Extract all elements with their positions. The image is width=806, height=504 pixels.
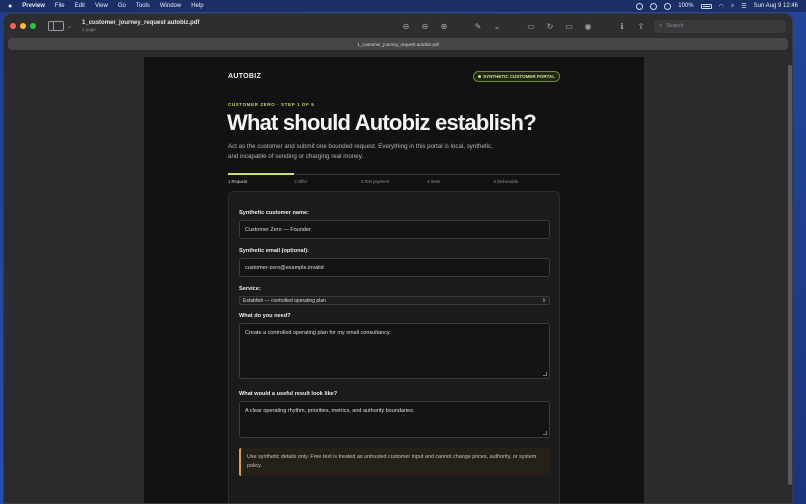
safety-notice: Use synthetic details only. Free text is… <box>239 448 551 476</box>
zoom-in-icon[interactable]: ⊕ <box>438 20 450 32</box>
window-controls <box>10 23 36 29</box>
document-title: 1_customer_journey_request autobiz.pdf 1… <box>82 20 199 32</box>
intro-text: Act as the customer and submit one bound… <box>228 143 493 160</box>
email-label: Synthetic email (optional): <box>239 248 309 254</box>
chevron-down-icon[interactable]: ⌄ <box>67 23 72 30</box>
step-request: 1 Request <box>228 173 295 184</box>
name-value: Customer Zero — Founder <box>245 226 311 233</box>
battery-icon[interactable] <box>700 3 712 9</box>
step-test-payment: 3 Test payment <box>360 174 428 184</box>
status-icon-2[interactable] <box>650 2 658 10</box>
page-header: AUTOBIZ SYNTHETIC CUSTOMER PORTAL <box>228 71 560 82</box>
menu-edit[interactable]: Edit <box>75 3 85 9</box>
name-label: Synthetic customer name: <box>239 210 309 216</box>
step-eyebrow: CUSTOMER ZERO · STEP 1 OF 5 <box>228 102 315 107</box>
chevron-down-icon[interactable]: ⌄ <box>491 20 503 32</box>
brand-logo: AUTOBIZ <box>228 73 262 80</box>
request-form: Synthetic customer name: Customer Zero —… <box>228 191 560 503</box>
menu-help[interactable]: Help <box>191 3 203 9</box>
need-textarea[interactable]: Create a controlled operating plan for m… <box>239 323 550 379</box>
battery-percent: 100% <box>678 3 694 9</box>
menu-view[interactable]: View <box>95 3 108 9</box>
document-viewport[interactable]: AUTOBIZ SYNTHETIC CUSTOMER PORTAL CUSTOM… <box>4 51 792 503</box>
info-icon[interactable]: ℹ <box>616 20 628 32</box>
close-button[interactable] <box>10 23 16 29</box>
service-label: Service: <box>239 286 261 292</box>
need-value: Create a controlled operating plan for m… <box>245 330 391 336</box>
step-deliverable: 5 Deliverable <box>493 174 561 184</box>
progress-steps: 1 Request 2 Offer 3 Test payment 4 Work … <box>228 173 561 184</box>
email-field[interactable]: customer-zero@example.invalid <box>239 258 550 277</box>
form-icon[interactable]: ▭ <box>563 20 575 32</box>
step-work: 4 Work <box>427 174 494 184</box>
title-bar: ⌄ 1_customer_journey_request autobiz.pdf… <box>4 14 792 38</box>
need-label: What do you need? <box>239 313 291 319</box>
pdf-page: AUTOBIZ SYNTHETIC CUSTOMER PORTAL CUSTOM… <box>144 57 644 503</box>
portal-badge: SYNTHETIC CUSTOMER PORTAL <box>473 71 560 82</box>
share-icon[interactable]: ⇪ <box>635 20 647 32</box>
play-icon[interactable] <box>664 2 672 10</box>
resize-handle-icon[interactable] <box>543 431 547 435</box>
wifi-icon[interactable]: ◠ <box>719 3 724 10</box>
status-area: 100% ◠ ⌕ ☰ Sun Aug 9 12:46 <box>636 2 798 10</box>
status-icon-1[interactable] <box>636 2 644 10</box>
menu-clock[interactable]: Sun Aug 9 12:46 <box>754 3 798 9</box>
step-offer: 2 Offer <box>294 174 361 184</box>
control-center-icon[interactable]: ☰ <box>741 3 746 10</box>
rotate-icon[interactable]: ↻ <box>544 20 556 32</box>
menu-app-name[interactable]: Preview <box>22 3 45 9</box>
resize-handle-icon[interactable] <box>543 372 547 376</box>
select-arrows-icon: ⇕ <box>541 297 546 304</box>
status-dot-icon <box>478 75 482 78</box>
apple-menu-icon[interactable]: ● <box>8 3 12 10</box>
menu-bar: ● Preview File Edit View Go Tools Window… <box>0 0 806 12</box>
view-icon[interactable]: ▭ <box>525 20 537 32</box>
tab-title: 1_customer_journey_request autobiz.pdf <box>357 41 439 47</box>
zoom-actual-icon[interactable]: ⊖ <box>400 20 412 32</box>
sidebar-toggle-icon[interactable] <box>48 21 64 31</box>
service-value: Establish — controlled operating plan <box>243 297 326 304</box>
menu-go[interactable]: Go <box>118 3 126 9</box>
tab-document[interactable]: 1_customer_journey_request autobiz.pdf <box>8 38 788 50</box>
email-value: customer-zero@example.invalid <box>245 264 324 271</box>
portal-badge-label: SYNTHETIC CUSTOMER PORTAL <box>483 74 555 79</box>
search-placeholder: Search <box>666 23 684 29</box>
page-title: What should Autobiz establish? <box>227 110 537 135</box>
result-textarea[interactable]: A clear operating rhythm, priorities, me… <box>239 401 550 438</box>
markup-pen-icon[interactable]: ✎ <box>472 20 484 32</box>
annotate-circle-icon[interactable]: ◉ <box>582 20 594 32</box>
menu-window[interactable]: Window <box>160 3 181 9</box>
document-name: 1_customer_journey_request autobiz.pdf <box>82 20 200 26</box>
toolbar: ⊖ ⊖ ⊕ ✎ ⌄ ▭ ↻ ▭ ◉ ℹ ⇪ ⌕ Search <box>400 19 786 33</box>
search-input[interactable]: ⌕ Search <box>654 19 786 33</box>
spotlight-icon[interactable]: ⌕ <box>731 3 734 10</box>
result-label: What would a useful result look like? <box>239 391 338 397</box>
preview-window: ⌄ 1_customer_journey_request autobiz.pdf… <box>3 13 793 504</box>
menu-tools[interactable]: Tools <box>136 3 150 9</box>
result-value: A clear operating rhythm, priorities, me… <box>245 408 415 414</box>
name-field[interactable]: Customer Zero — Founder <box>239 220 550 239</box>
zoom-out-icon[interactable]: ⊖ <box>419 20 431 32</box>
search-icon: ⌕ <box>659 22 663 29</box>
minimize-button[interactable] <box>20 23 26 29</box>
document-page-count: 1 page <box>82 27 96 32</box>
maximize-button[interactable] <box>30 23 36 29</box>
menu-file[interactable]: File <box>55 3 65 9</box>
service-select[interactable]: Establish — controlled operating plan ⇕ <box>239 296 550 305</box>
scrollbar[interactable] <box>788 65 792 485</box>
